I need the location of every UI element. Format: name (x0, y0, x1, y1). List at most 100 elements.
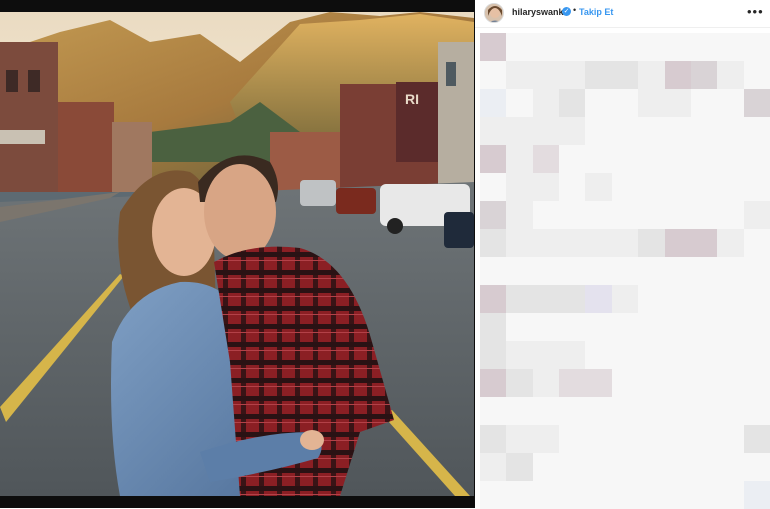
pixel-cell (532, 145, 560, 173)
pixel-cell (506, 173, 533, 201)
pixel-cell (638, 481, 665, 509)
pixel-cell (585, 145, 612, 173)
pixel-cell (585, 453, 612, 481)
pixel-cell (664, 89, 691, 117)
pixel-cell (743, 341, 770, 369)
pixel-cell (480, 229, 507, 257)
pixel-cell (559, 313, 586, 341)
pixel-cell (480, 257, 507, 285)
pixel-cell (532, 61, 560, 89)
pixel-cell (638, 397, 665, 425)
pixel-cell (717, 229, 744, 257)
pixel-cell (506, 453, 533, 481)
pixel-cell (743, 117, 770, 145)
pixel-cell (717, 369, 744, 397)
pixel-cell (664, 481, 691, 509)
pixel-cell (611, 453, 639, 481)
pixel-cell (664, 397, 691, 425)
pixel-cell (506, 313, 533, 341)
pixel-cell (480, 453, 507, 481)
pixel-cell (506, 61, 533, 89)
pixel-cell (506, 145, 533, 173)
pixel-row (480, 89, 770, 117)
pixel-cell (559, 397, 586, 425)
pixel-cell (690, 201, 718, 229)
pixel-cell (532, 453, 560, 481)
pixel-cell (506, 33, 533, 61)
pixel-cell (559, 201, 586, 229)
follow-button[interactable]: Takip Et (579, 7, 613, 17)
pixel-cell (690, 117, 718, 145)
pixel-cell (506, 481, 533, 509)
pixel-cell (506, 201, 533, 229)
pixel-cell (717, 341, 744, 369)
header-separator: • (573, 5, 577, 15)
pixel-cell (506, 117, 533, 145)
pixel-row (480, 425, 770, 453)
more-options-icon[interactable]: ••• (747, 4, 764, 19)
pixel-cell (611, 145, 639, 173)
svg-text:RI: RI (405, 91, 419, 107)
pixel-cell (743, 397, 770, 425)
pixel-cell (611, 33, 639, 61)
pixel-cell (559, 285, 586, 313)
pixel-cell (717, 257, 744, 285)
pixel-cell (585, 369, 612, 397)
pixel-cell (559, 341, 586, 369)
pixel-cell (532, 173, 560, 201)
pixel-cell (506, 425, 533, 453)
pixel-cell (585, 313, 612, 341)
pixel-cell (638, 117, 665, 145)
pixel-cell (480, 341, 507, 369)
pixel-row (480, 257, 770, 285)
pixel-cell (532, 117, 560, 145)
pixel-cell (743, 145, 770, 173)
pixel-cell (717, 89, 744, 117)
pixel-cell (480, 369, 507, 397)
pixel-cell (480, 173, 507, 201)
pixel-cell (559, 481, 586, 509)
user-avatar[interactable] (484, 3, 504, 23)
pixel-cell (690, 173, 718, 201)
pixel-cell (559, 89, 586, 117)
pixel-cell (585, 425, 612, 453)
verified-badge-icon: ✓ (562, 7, 571, 16)
pixel-cell (532, 425, 560, 453)
pixel-cell (559, 425, 586, 453)
pixel-cell (638, 285, 665, 313)
pixel-cell (717, 117, 744, 145)
pixel-row (480, 145, 770, 173)
pixel-cell (743, 33, 770, 61)
pixel-cell (638, 453, 665, 481)
pixel-cell (664, 313, 691, 341)
pixelated-comments-area (480, 33, 770, 509)
pixel-cell (664, 61, 691, 89)
pixel-cell (664, 145, 691, 173)
pixel-cell (585, 89, 612, 117)
pixel-cell (532, 33, 560, 61)
pixel-cell (717, 397, 744, 425)
pixel-cell (690, 397, 718, 425)
pixel-cell (717, 145, 744, 173)
pixel-cell (611, 257, 639, 285)
pixel-row (480, 33, 770, 61)
pixel-cell (743, 285, 770, 313)
pixel-cell (611, 285, 639, 313)
pixel-cell (717, 61, 744, 89)
post-header: hilaryswank ✓ • Takip Et ••• (475, 0, 770, 28)
pixel-cell (559, 61, 586, 89)
pixel-cell (638, 257, 665, 285)
pixel-cell (611, 61, 639, 89)
pixel-cell (480, 425, 507, 453)
pixel-cell (480, 397, 507, 425)
username-link[interactable]: hilaryswank (512, 7, 564, 17)
pixel-cell (717, 33, 744, 61)
pixel-cell (638, 201, 665, 229)
pixel-cell (690, 313, 718, 341)
post-photo[interactable]: RI (0, 12, 474, 496)
pixel-cell (532, 89, 560, 117)
pixel-cell (611, 425, 639, 453)
pixel-cell (480, 481, 507, 509)
pixel-cell (717, 285, 744, 313)
pixel-cell (480, 33, 507, 61)
